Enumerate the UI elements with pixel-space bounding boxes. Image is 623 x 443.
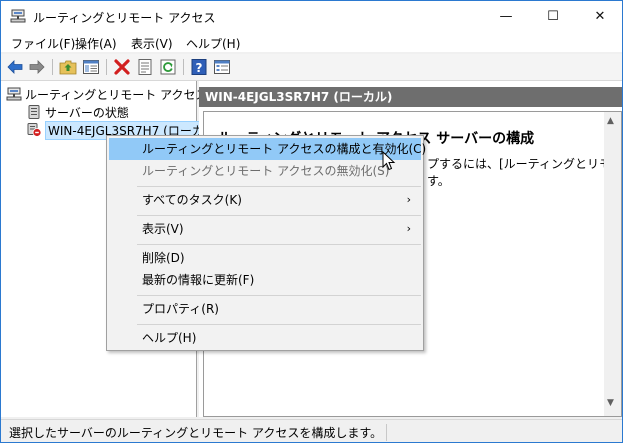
submenu-arrow-icon: › bbox=[406, 193, 411, 206]
delete-icon[interactable] bbox=[113, 58, 131, 76]
svg-text:?: ? bbox=[196, 61, 203, 75]
maximize-button[interactable]: ☐ bbox=[530, 1, 576, 32]
menu-bar: ファイル(F) 操作(A) 表示(V) ヘルプ(H) bbox=[1, 32, 622, 53]
menu-item-configure-enable[interactable]: ルーティングとリモート アクセスの構成と有効化(C) bbox=[109, 138, 426, 160]
vertical-scrollbar[interactable]: ▲ ▼ bbox=[604, 112, 621, 416]
menu-separator bbox=[137, 244, 421, 245]
tree-item-server-status[interactable]: サーバーの状態 bbox=[26, 103, 129, 121]
menu-item-view[interactable]: 表示(V) › bbox=[109, 218, 421, 240]
server-status-icon bbox=[28, 105, 40, 119]
menu-separator bbox=[137, 215, 421, 216]
menu-item-all-tasks-label: すべてのタスク(K) bbox=[142, 193, 242, 207]
menu-view[interactable]: 表示(V) bbox=[131, 35, 173, 52]
app-window: ルーティングとリモート アクセス — ☐ ✕ ファイル(F) 操作(A) 表示(… bbox=[0, 0, 623, 443]
minimize-button[interactable]: — bbox=[483, 1, 529, 32]
toolbar-separator bbox=[106, 59, 107, 75]
scroll-down-icon[interactable]: ▼ bbox=[607, 398, 614, 408]
menu-item-delete[interactable]: 削除(D) bbox=[109, 247, 421, 269]
mouse-cursor-icon bbox=[382, 151, 396, 171]
title-bar[interactable]: ルーティングとリモート アクセス — ☐ ✕ bbox=[1, 1, 622, 32]
submenu-arrow-icon: › bbox=[406, 222, 411, 235]
refresh-icon[interactable] bbox=[159, 58, 177, 76]
tree-item-server-status-label: サーバーの状態 bbox=[45, 105, 129, 120]
status-text: 選択したサーバーのルーティングとリモート アクセスを構成します。 bbox=[5, 424, 388, 441]
menu-item-properties[interactable]: プロパティ(R) bbox=[109, 298, 421, 320]
toolbar-separator bbox=[52, 59, 53, 75]
details-header: WIN-4EJGL3SR7H7 (ローカル) bbox=[199, 87, 622, 107]
up-folder-icon[interactable] bbox=[59, 58, 77, 76]
scroll-up-icon[interactable]: ▲ bbox=[607, 116, 614, 126]
routing-app-icon bbox=[10, 9, 26, 23]
menu-separator bbox=[137, 324, 421, 325]
menu-file[interactable]: ファイル(F) bbox=[11, 35, 75, 52]
menu-item-view-label: 表示(V) bbox=[142, 222, 184, 236]
menu-item-disable[interactable]: ルーティングとリモート アクセスの無効化(S) bbox=[109, 160, 421, 182]
menu-item-refresh[interactable]: 最新の情報に更新(F) bbox=[109, 269, 421, 291]
status-bar: 選択したサーバーのルーティングとリモート アクセスを構成します。 bbox=[1, 419, 622, 442]
menu-item-help[interactable]: ヘルプ(H) bbox=[109, 327, 421, 349]
window-title: ルーティングとリモート アクセス bbox=[33, 11, 216, 25]
menu-action[interactable]: 操作(A) bbox=[75, 35, 117, 52]
server-stopped-icon bbox=[27, 123, 42, 137]
help-icon[interactable]: ? bbox=[190, 58, 208, 76]
context-menu: ルーティングとリモート アクセスの構成と有効化(C) ルーティングとリモート ア… bbox=[106, 135, 426, 351]
menu-item-all-tasks[interactable]: すべてのタスク(K) › bbox=[109, 189, 421, 211]
close-button[interactable]: ✕ bbox=[577, 1, 623, 32]
routing-root-icon bbox=[6, 87, 22, 101]
tree-item-root[interactable]: ルーティングとリモート アクセス bbox=[6, 85, 208, 103]
back-arrow-icon[interactable] bbox=[6, 58, 24, 76]
toolbar: ? bbox=[1, 54, 622, 81]
export-list-icon[interactable] bbox=[213, 58, 231, 76]
menu-help[interactable]: ヘルプ(H) bbox=[186, 35, 240, 52]
menu-separator bbox=[137, 295, 421, 296]
menu-separator bbox=[137, 186, 421, 187]
tree-item-root-label: ルーティングとリモート アクセス bbox=[25, 87, 208, 102]
toolbar-separator bbox=[183, 59, 184, 75]
forward-arrow-icon[interactable] bbox=[28, 58, 46, 76]
properties-icon[interactable] bbox=[136, 58, 154, 76]
show-hide-tree-icon[interactable] bbox=[82, 58, 100, 76]
